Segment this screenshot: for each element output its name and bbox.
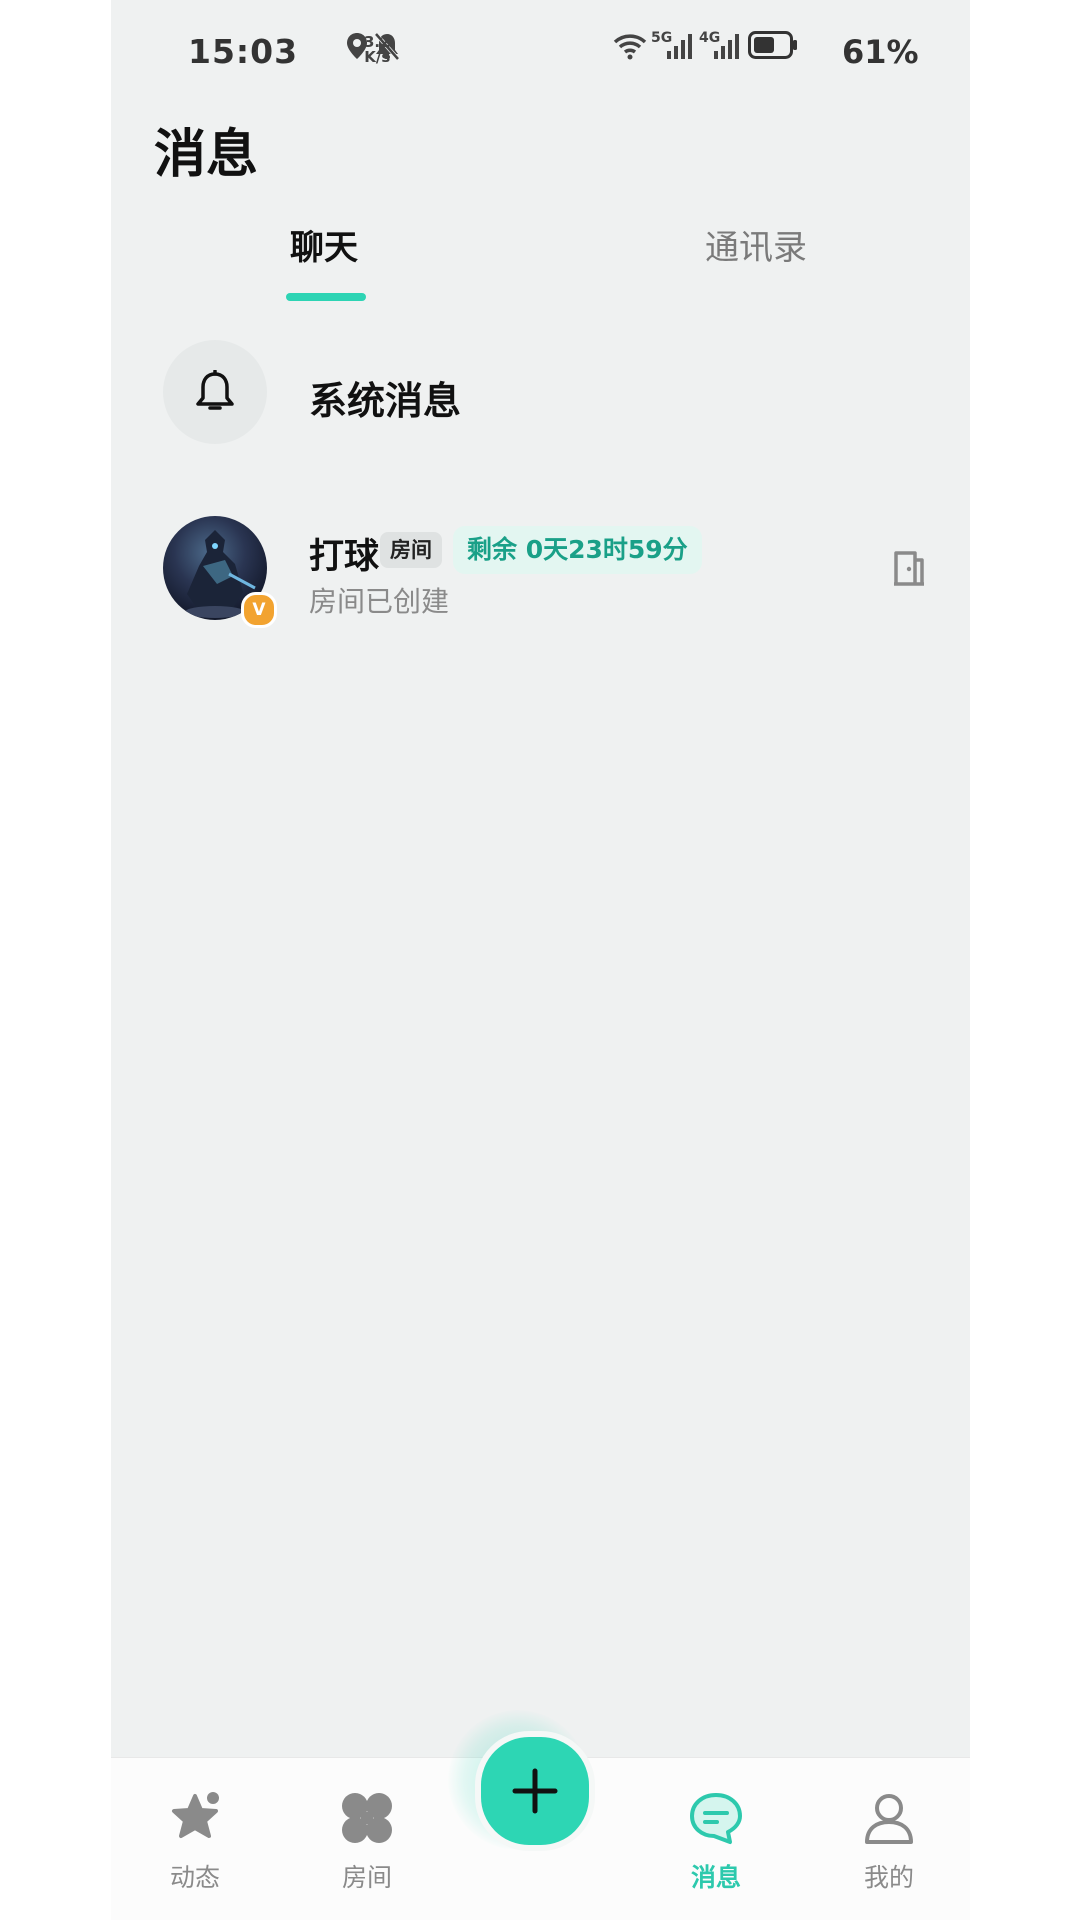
signal-4g-icon <box>714 34 739 59</box>
person-icon <box>865 1794 913 1844</box>
active-tab-indicator <box>286 293 366 301</box>
nav-item-rooms[interactable]: 房间 <box>307 1758 427 1920</box>
nav-label-moments: 动态 <box>169 1863 220 1892</box>
plus-icon <box>512 1768 558 1814</box>
nav-label-rooms: 房间 <box>341 1863 392 1892</box>
tab-contacts[interactable]: 通讯录 <box>705 220 807 269</box>
chat-last-message: 房间已创建 <box>309 585 450 618</box>
app-screen: 15:03 3.2 K/s 5G 4G 61% 消息 聊天 通讯录 系统消息 V… <box>111 0 970 1920</box>
network-speed-unit: K/s <box>364 48 391 66</box>
room-tag: 房间 <box>380 532 442 568</box>
bell-icon <box>196 370 234 410</box>
wifi-icon <box>613 34 647 60</box>
nav-label-messages: 消息 <box>690 1863 741 1892</box>
system-messages-label: 系统消息 <box>309 379 462 423</box>
chat-name: 打球 <box>309 537 380 577</box>
create-fab-button[interactable] <box>475 1731 595 1851</box>
chat-bubble-icon <box>690 1793 742 1844</box>
door-icon[interactable] <box>893 550 925 586</box>
clover-icon <box>342 1793 392 1843</box>
vip-badge: V <box>241 592 277 628</box>
system-messages-icon-wrap <box>163 340 267 444</box>
signal-5g-icon <box>667 34 692 59</box>
nav-item-moments[interactable]: 动态 <box>135 1758 255 1920</box>
remaining-time-badge: 剩余 0天23时59分 <box>453 526 702 574</box>
nav-item-profile[interactable]: 我的 <box>829 1758 949 1920</box>
system-messages-row[interactable]: 系统消息 <box>163 340 923 445</box>
battery-icon <box>748 31 797 59</box>
nav-item-messages[interactable]: 消息 <box>656 1758 776 1920</box>
page-title: 消息 <box>154 125 259 185</box>
nav-label-profile: 我的 <box>863 1863 914 1892</box>
battery-percent: 61% <box>842 33 919 71</box>
chat-list-item[interactable]: V 打球 房间 剩余 0天23时59分 房间已创建 <box>163 514 925 628</box>
tab-chat[interactable]: 聊天 <box>290 220 358 269</box>
network-speed: 3.2 K/s <box>364 35 391 65</box>
status-time: 15:03 <box>188 32 299 71</box>
star-icon <box>172 1792 219 1838</box>
